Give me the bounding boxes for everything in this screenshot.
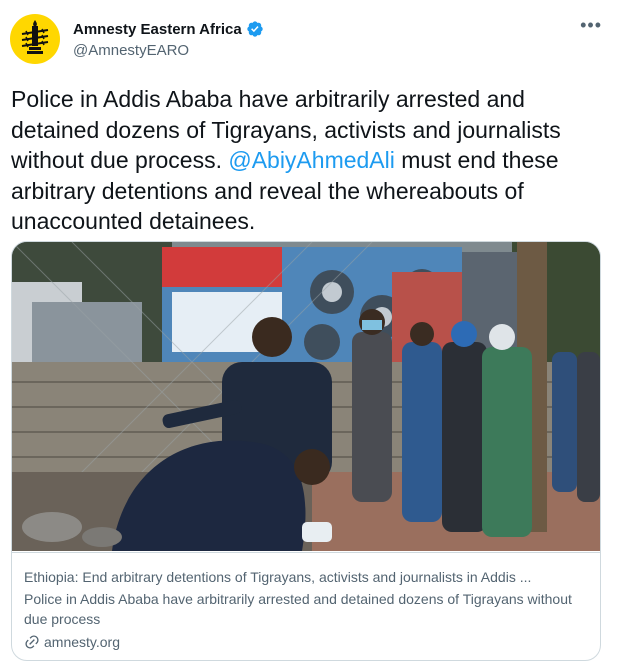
account-name-label: Amnesty Eastern Africa [73, 20, 242, 38]
avatar[interactable] [10, 14, 60, 64]
tweet: Amnesty Eastern Africa @AmnestyEARO ••• … [0, 0, 624, 663]
link-icon [24, 634, 40, 650]
amnesty-candle-logo-icon [21, 20, 49, 54]
card-info[interactable]: Ethiopia: End arbitrary detentions of Ti… [12, 552, 600, 660]
more-icon[interactable]: ••• [580, 16, 602, 34]
account-handle[interactable]: @AmnestyEARO [73, 42, 189, 59]
link-card[interactable]: Ethiopia: End arbitrary detentions of Ti… [11, 241, 601, 661]
card-domain-label: amnesty.org [44, 634, 120, 650]
card-description: Police in Addis Ababa have arbitrarily a… [24, 591, 572, 627]
mention-link[interactable]: @AbiyAhmedAli [228, 147, 395, 173]
card-title: Ethiopia: End arbitrary detentions of Ti… [24, 569, 532, 585]
verified-badge-icon [247, 21, 263, 37]
tweet-text: Police in Addis Ababa have arbitrarily a… [11, 84, 611, 237]
card-domain: amnesty.org [24, 632, 588, 652]
account-name[interactable]: Amnesty Eastern Africa [73, 20, 264, 38]
card-image [12, 242, 600, 551]
